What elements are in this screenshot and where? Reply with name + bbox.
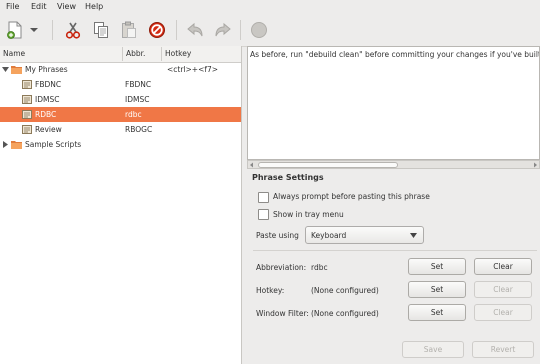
phrase-tree[interactable]: Name Abbr. Hotkey My Phrases <ctrl>+<f7>…	[0, 46, 242, 364]
show-tray-label[interactable]: Show in tray menu	[273, 210, 344, 219]
scroll-right-icon[interactable]	[532, 162, 538, 168]
tree-row-review[interactable]: Review RBOGC	[0, 122, 241, 137]
tree-row-sample-scripts[interactable]: Sample Scripts	[0, 137, 241, 152]
revert-button[interactable]: Revert	[472, 341, 534, 358]
column-hotkey-header[interactable]: Hotkey	[162, 46, 241, 62]
tree-row-my-phrases[interactable]: My Phrases <ctrl>+<f7>	[0, 62, 241, 77]
folder-icon	[11, 141, 22, 149]
tree-row-name: IDMSC	[35, 95, 60, 104]
tree-row-name: FBDNC	[35, 80, 62, 89]
tree-row-fbdnc[interactable]: FBDNC FBDNC	[0, 77, 241, 92]
abbreviation-label: Abbreviation:	[256, 263, 307, 272]
toolbar	[0, 14, 540, 47]
scroll-left-icon[interactable]	[249, 162, 255, 168]
dropdown-arrow-icon[interactable]	[28, 19, 40, 41]
tree-row-abbr: RBOGC	[125, 125, 153, 134]
paste-using-label: Paste using	[256, 231, 299, 240]
expander-closed-icon[interactable]	[2, 141, 9, 148]
redo-icon[interactable]	[212, 19, 234, 41]
phrase-icon	[22, 110, 32, 119]
paste-using-value: Keyboard	[311, 231, 347, 240]
menu-edit[interactable]: Edit	[31, 2, 47, 11]
toolbar-separator	[240, 20, 241, 40]
undo-icon[interactable]	[184, 19, 206, 41]
record-icon[interactable]	[248, 19, 270, 41]
abbreviation-clear-button[interactable]: Clear	[474, 258, 532, 275]
tree-row-name: RDBC	[35, 110, 57, 119]
phrase-icon	[22, 125, 32, 134]
tree-row-name: My Phrases	[25, 65, 68, 74]
toolbar-separator	[176, 20, 177, 40]
hotkey-clear-button[interactable]: Clear	[474, 281, 532, 298]
chevron-down-icon	[410, 233, 417, 238]
phrase-text-editor[interactable]: As before, run "debuild clean" before co…	[247, 46, 540, 160]
show-tray-checkbox[interactable]	[258, 209, 269, 220]
cut-icon[interactable]	[62, 19, 84, 41]
tree-row-name: Review	[35, 125, 62, 134]
tree-row-hotkey: <ctrl>+<f7>	[167, 65, 219, 74]
menu-file[interactable]: File	[6, 2, 19, 11]
tree-row-abbr: IDMSC	[125, 95, 150, 104]
new-icon[interactable]	[4, 19, 26, 41]
hotkey-label: Hotkey:	[256, 286, 285, 295]
tree-row-idmsc[interactable]: IDMSC IDMSC	[0, 92, 241, 107]
always-prompt-checkbox[interactable]	[258, 192, 269, 203]
menu-view[interactable]: View	[57, 2, 76, 11]
horizontal-scrollbar[interactable]	[247, 160, 540, 169]
tree-row-abbr: rdbc	[125, 110, 142, 119]
phrase-text: As before, run "debuild clean" before co…	[250, 50, 540, 59]
expander-open-icon[interactable]	[2, 66, 9, 73]
window-filter-label: Window Filter:	[256, 309, 309, 318]
copy-icon[interactable]	[90, 19, 112, 41]
window-filter-clear-button[interactable]: Clear	[474, 304, 532, 321]
toolbar-separator	[52, 20, 53, 40]
column-name-header[interactable]: Name	[0, 46, 122, 62]
phrase-icon	[22, 80, 32, 89]
tree-row-rdbc[interactable]: RDBC rdbc	[0, 107, 241, 122]
phrase-settings-title: Phrase Settings	[252, 173, 324, 182]
column-abbr-header[interactable]: Abbr.	[123, 46, 161, 62]
abbreviation-value: rdbc	[311, 263, 328, 272]
paste-icon[interactable]	[118, 19, 140, 41]
tree-row-abbr: FBDNC	[125, 80, 152, 89]
tree-header: Name Abbr. Hotkey	[0, 46, 241, 63]
phrase-icon	[22, 95, 32, 104]
paste-using-select[interactable]: Keyboard	[305, 226, 424, 244]
window-filter-set-button[interactable]: Set	[408, 304, 466, 321]
scrollbar-thumb[interactable]	[258, 162, 398, 168]
menu-help[interactable]: Help	[85, 2, 103, 11]
window-filter-value: (None configured)	[311, 309, 379, 318]
always-prompt-label[interactable]: Always prompt before pasting this phrase	[273, 192, 430, 201]
save-button[interactable]: Save	[402, 341, 464, 358]
settings-divider	[253, 250, 537, 251]
delete-icon[interactable]	[146, 19, 168, 41]
folder-open-icon	[11, 66, 22, 74]
hotkey-value: (None configured)	[311, 286, 379, 295]
menubar: File Edit View Help	[0, 0, 540, 14]
tree-row-name: Sample Scripts	[25, 140, 82, 149]
hotkey-set-button[interactable]: Set	[408, 281, 466, 298]
abbreviation-set-button[interactable]: Set	[408, 258, 466, 275]
